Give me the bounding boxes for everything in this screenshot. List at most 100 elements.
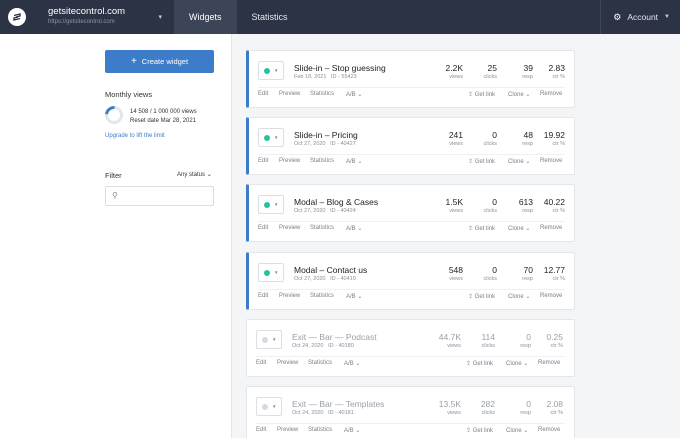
- ab-test-menu[interactable]: A/B ⌄: [346, 91, 362, 98]
- clone-menu[interactable]: Clone ⌄: [506, 427, 528, 434]
- edit-link[interactable]: Edit: [256, 427, 266, 433]
- widget-title[interactable]: Slide-in – Pricing: [294, 130, 358, 140]
- get-link-label: Get link: [472, 361, 494, 367]
- clone-menu[interactable]: Clone ⌄: [508, 158, 530, 165]
- chevron-down-icon: ▼: [272, 404, 277, 409]
- statistics-link[interactable]: Statistics: [310, 225, 334, 231]
- widget-date: Oct 27, 2020: [294, 208, 326, 214]
- statistics-link[interactable]: Statistics: [310, 91, 334, 97]
- ab-test-menu[interactable]: A/B ⌄: [346, 225, 362, 232]
- ab-test-menu[interactable]: A/B ⌄: [344, 360, 360, 367]
- status-filter-select[interactable]: Any status ⌄: [177, 171, 212, 178]
- top-nav-bar: getsitecontrol.com https://getsitecontro…: [0, 0, 680, 34]
- chevron-down-icon: ⌄: [525, 226, 531, 232]
- edit-link[interactable]: Edit: [258, 225, 268, 231]
- clone-menu[interactable]: Clone ⌄: [508, 293, 530, 300]
- remove-link[interactable]: Remove: [540, 158, 562, 164]
- share-icon: ⇪: [468, 92, 474, 98]
- stat-value: 0.25: [546, 332, 563, 342]
- statistics-link[interactable]: Statistics: [308, 427, 332, 433]
- widget-meta: Feb 18, 2021 ID - 55423: [294, 74, 357, 80]
- chevron-down-icon: ⌄: [523, 428, 529, 434]
- edit-link[interactable]: Edit: [258, 158, 268, 164]
- widget-title[interactable]: Modal – Blog & Cases: [294, 197, 378, 207]
- widget-title[interactable]: Exit — Bar — Podcast: [292, 332, 377, 342]
- plus-icon: +: [130, 55, 137, 67]
- stat-clicks: 0 clicks: [457, 197, 497, 215]
- preview-link[interactable]: Preview: [277, 427, 298, 433]
- share-icon: ⇪: [466, 428, 472, 434]
- chevron-down-icon: ▼: [664, 14, 670, 20]
- widget-title[interactable]: Slide-in – Stop guessing: [294, 63, 386, 73]
- ab-test-menu[interactable]: A/B ⌄: [346, 158, 362, 165]
- card-divider: [256, 423, 565, 424]
- widget-date: Feb 18, 2021: [294, 74, 327, 80]
- clone-menu[interactable]: Clone ⌄: [506, 360, 528, 367]
- preview-link[interactable]: Preview: [279, 225, 300, 231]
- get-link-button[interactable]: ⇪ Get link: [466, 360, 493, 367]
- remove-link[interactable]: Remove: [540, 225, 562, 231]
- stat-clicks: 282 clicks: [455, 399, 495, 417]
- tab-widgets[interactable]: Widgets: [174, 0, 237, 34]
- remove-link[interactable]: Remove: [538, 360, 560, 366]
- preview-link[interactable]: Preview: [279, 158, 300, 164]
- get-link-label: Get link: [474, 226, 496, 232]
- widget-title[interactable]: Exit — Bar — Templates: [292, 399, 384, 409]
- stat-value: 114: [481, 332, 495, 342]
- widget-id: ID - 55423: [331, 74, 357, 80]
- create-widget-button[interactable]: + Create widget: [105, 50, 214, 73]
- ab-test-menu[interactable]: A/B ⌄: [344, 427, 360, 434]
- edit-link[interactable]: Edit: [256, 360, 266, 366]
- get-link-button[interactable]: ⇪ Get link: [468, 158, 495, 165]
- stat-label: ctr %: [550, 343, 563, 349]
- clone-label: Clone: [508, 159, 524, 165]
- statistics-link[interactable]: Statistics: [310, 293, 334, 299]
- clone-menu[interactable]: Clone ⌄: [508, 91, 530, 98]
- widget-card: ▼ Exit — Bar — Templates Oct 24, 2020 ID…: [246, 386, 575, 438]
- widget-card: ▼ Slide-in – Stop guessing Feb 18, 2021 …: [246, 50, 575, 108]
- views-usage-ring: [101, 102, 127, 128]
- preview-link[interactable]: Preview: [279, 91, 300, 97]
- get-link-button[interactable]: ⇪ Get link: [468, 91, 495, 98]
- preview-link[interactable]: Preview: [277, 360, 298, 366]
- app-logo[interactable]: [0, 0, 34, 34]
- status-toggle[interactable]: ▼: [258, 263, 284, 282]
- status-dot-icon: [264, 269, 270, 276]
- edit-link[interactable]: Edit: [258, 293, 268, 299]
- edit-link[interactable]: Edit: [258, 91, 268, 97]
- stat-label: ctr %: [552, 141, 565, 147]
- share-icon: ⇪: [468, 159, 474, 165]
- chevron-down-icon: ⌄: [523, 361, 529, 367]
- preview-link[interactable]: Preview: [279, 293, 300, 299]
- site-switcher[interactable]: getsitecontrol.com https://getsitecontro…: [34, 0, 174, 34]
- statistics-link[interactable]: Statistics: [310, 158, 334, 164]
- clone-label: Clone: [508, 226, 524, 232]
- upgrade-link[interactable]: Upgrade to lift the limit: [105, 133, 165, 139]
- ab-test-menu[interactable]: A/B ⌄: [346, 293, 362, 300]
- clone-menu[interactable]: Clone ⌄: [508, 225, 530, 232]
- widget-date: Oct 27, 2020: [294, 276, 326, 282]
- status-toggle[interactable]: ▼: [256, 330, 282, 349]
- account-menu[interactable]: ⚙ Account ▼: [600, 0, 680, 34]
- tab-statistics[interactable]: Statistics: [237, 0, 303, 34]
- get-link-button[interactable]: ⇪ Get link: [468, 225, 495, 232]
- views-used: 14 508 / 1 000 000 views: [130, 109, 197, 115]
- status-toggle[interactable]: ▼: [258, 128, 284, 147]
- stat-label: ctr %: [552, 276, 565, 282]
- remove-link[interactable]: Remove: [538, 427, 560, 433]
- statistics-link[interactable]: Statistics: [308, 360, 332, 366]
- status-toggle[interactable]: ▼: [258, 195, 284, 214]
- search-input[interactable]: ⚲: [105, 186, 214, 206]
- stat-value: 25: [487, 63, 497, 73]
- stat-ctr: 2.83 ctr %: [525, 63, 565, 81]
- get-link-button[interactable]: ⇪ Get link: [468, 293, 495, 300]
- stat-ctr: 19.92 ctr %: [525, 130, 565, 148]
- remove-link[interactable]: Remove: [540, 293, 562, 299]
- widget-meta: Oct 24, 2020 ID - 40180: [292, 343, 354, 349]
- widget-title[interactable]: Modal – Contact us: [294, 265, 367, 275]
- status-toggle[interactable]: ▼: [256, 397, 282, 416]
- clone-label: Clone: [506, 361, 522, 367]
- status-toggle[interactable]: ▼: [258, 61, 284, 80]
- get-link-button[interactable]: ⇪ Get link: [466, 427, 493, 434]
- remove-link[interactable]: Remove: [540, 91, 562, 97]
